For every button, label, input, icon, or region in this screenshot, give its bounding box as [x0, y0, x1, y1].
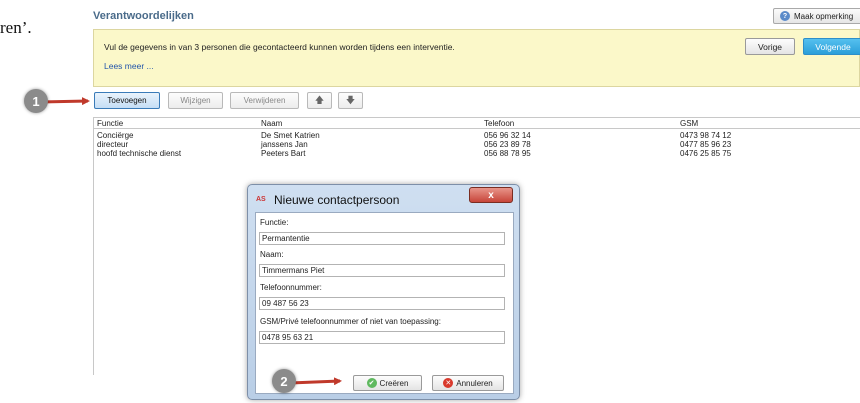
naam-input[interactable] [259, 264, 505, 277]
cell-telefoon: 056 96 32 14 [484, 131, 531, 140]
table-row[interactable]: hoofd technische dienst Peeters Bart 056… [94, 149, 860, 158]
previous-button[interactable]: Vorige [745, 38, 795, 55]
remark-button-label: Maak opmerking [794, 11, 854, 21]
arrow-down-icon: 🡇 [345, 94, 356, 105]
close-button[interactable]: x [469, 187, 513, 203]
cell-telefoon: 056 23 89 78 [484, 140, 531, 149]
column-header-naam[interactable]: Naam [261, 119, 282, 128]
step-1-badge: 1 [24, 89, 48, 113]
gsm-label: GSM/Privé telefoonnummer of niet van toe… [260, 317, 441, 326]
edit-button[interactable]: Wijzigen [168, 92, 223, 109]
next-button[interactable]: Volgende [803, 38, 860, 55]
step-2-badge: 2 [272, 369, 296, 393]
help-icon: ? [780, 11, 790, 21]
functie-label: Functie: [260, 218, 289, 227]
gsm-input[interactable] [259, 331, 505, 344]
cell-naam: janssens Jan [261, 140, 308, 149]
dialog-title: Nieuwe contactpersoon [274, 193, 400, 207]
cell-gsm: 0476 25 85 75 [680, 149, 732, 158]
cell-gsm: 0473 98 74 12 [680, 131, 732, 140]
column-header-telefoon[interactable]: Telefoon [484, 119, 514, 128]
cancel-icon: ✕ [443, 378, 454, 388]
telefoon-input[interactable] [259, 297, 505, 310]
cell-telefoon: 056 88 78 95 [484, 149, 531, 158]
info-text: Vul de gegevens in van 3 personen die ge… [104, 42, 455, 52]
dialog-body: Functie: Naam: Telefoonnummer: GSM/Privé… [255, 212, 514, 394]
functie-input[interactable] [259, 232, 505, 245]
remark-button[interactable]: ? Maak opmerking [773, 8, 860, 24]
close-icon: x [488, 189, 494, 201]
column-header-gsm[interactable]: GSM [680, 119, 698, 128]
cell-functie: hoofd technische dienst [97, 149, 182, 158]
delete-button[interactable]: Verwijderen [230, 92, 299, 109]
move-up-button[interactable]: 🡅 [307, 92, 332, 109]
document-text-fragment: ren’. [0, 18, 32, 37]
read-more-link[interactable]: Lees meer ... [104, 61, 154, 71]
checkmark-icon: ✔ [366, 378, 377, 388]
new-contact-dialog: AS Nieuwe contactpersoon x Functie: Naam… [247, 184, 520, 400]
cell-functie: Conciërge [97, 131, 134, 140]
cancel-button[interactable]: ✕ Annuleren [432, 375, 504, 391]
page-title: Verantwoordelijken [93, 10, 194, 22]
move-down-button[interactable]: 🡇 [338, 92, 363, 109]
info-box: Vul de gegevens in van 3 personen die ge… [93, 29, 860, 87]
app-logo-icon: AS [256, 196, 266, 203]
table-row[interactable]: directeur janssens Jan 056 23 89 78 0477… [94, 140, 860, 149]
telefoon-label: Telefoonnummer: [260, 283, 322, 292]
table-row[interactable]: Conciërge De Smet Katrien 056 96 32 14 0… [94, 131, 860, 140]
create-button[interactable]: ✔ Creëren [353, 375, 422, 391]
cell-functie: directeur [97, 140, 129, 149]
naam-label: Naam: [260, 250, 284, 259]
arrow-up-icon: 🡅 [314, 94, 325, 105]
add-button[interactable]: Toevoegen [94, 92, 160, 109]
cell-naam: De Smet Katrien [261, 131, 320, 140]
table-header: Functie Naam Telefoon GSM [94, 118, 860, 129]
create-button-label: Creëren [379, 378, 409, 388]
cell-naam: Peeters Bart [261, 149, 306, 158]
cancel-button-label: Annuleren [456, 378, 493, 388]
column-header-functie[interactable]: Functie [97, 119, 123, 128]
cell-gsm: 0477 85 96 23 [680, 140, 732, 149]
